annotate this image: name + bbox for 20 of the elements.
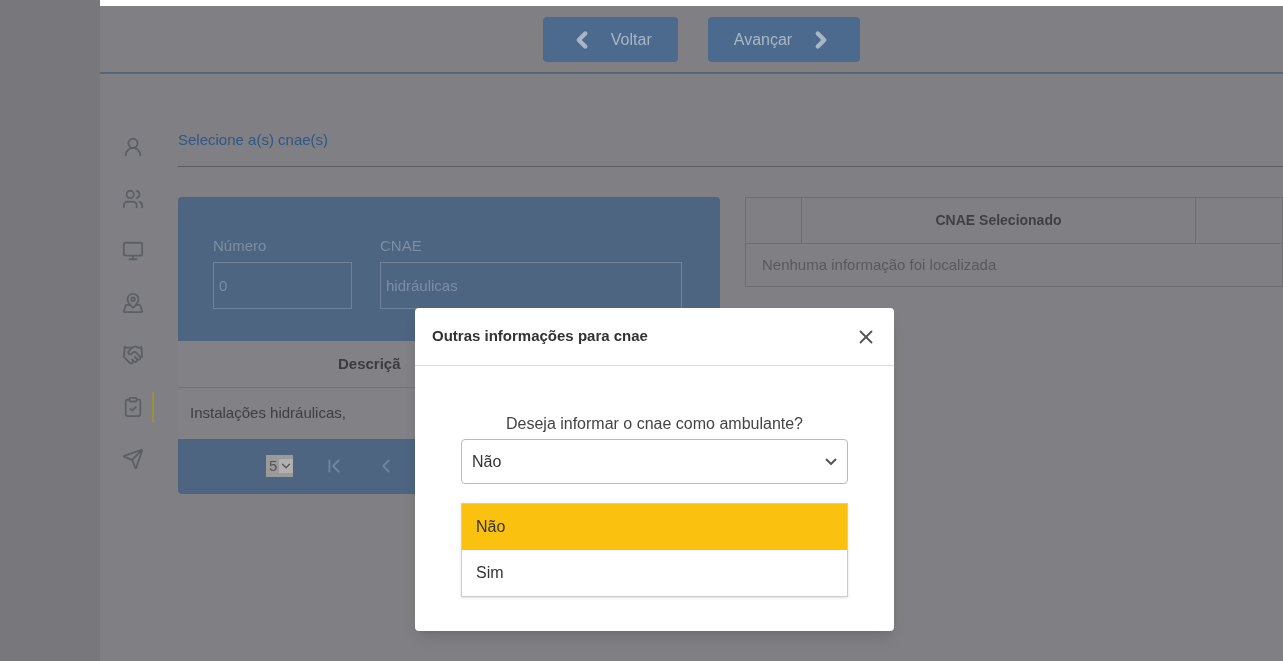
people-icon: [122, 188, 144, 210]
caret-icon: [825, 458, 837, 465]
send-icon: [122, 448, 144, 470]
column-header: Descriçã: [338, 353, 401, 374]
dropdown-option[interactable]: Sim: [462, 550, 847, 596]
clipboard-check-icon: [122, 396, 144, 418]
next-button[interactable]: Avançar: [707, 17, 861, 62]
modal-title: Outras informações para cnae: [432, 326, 648, 347]
section-title: Selecione a(s) cnae(s): [178, 131, 329, 148]
back-button[interactable]: Voltar: [542, 17, 678, 62]
select-field[interactable]: Não: [461, 439, 848, 484]
column-header: CNAE Selecionado: [935, 211, 1062, 230]
handshake-icon: [122, 344, 144, 366]
map-pin-icon: [122, 292, 144, 314]
dropdown-option[interactable]: Não: [462, 504, 847, 550]
person-icon: [122, 136, 144, 158]
page-size-select[interactable]: 5: [266, 455, 294, 477]
caret-icon: [279, 459, 294, 473]
table-cell-text: Instalações hidráulicas,: [190, 403, 346, 423]
question-text: Deseja informar o cnae como ambulante?: [505, 414, 803, 434]
